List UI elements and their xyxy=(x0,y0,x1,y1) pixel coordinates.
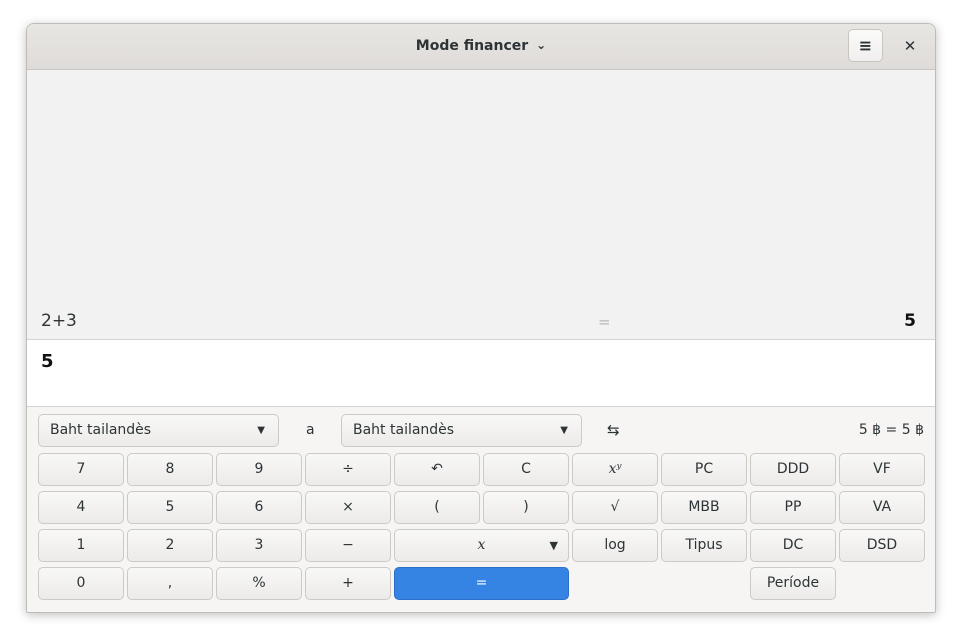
periode-button[interactable]: Període xyxy=(750,567,836,600)
digit-7-button[interactable]: 7 xyxy=(38,453,124,486)
percent-button[interactable]: % xyxy=(216,567,302,600)
dropdown-arrow-icon: ▼ xyxy=(257,425,265,436)
digit-4-button[interactable]: 4 xyxy=(38,491,124,524)
header-bar: Mode financer ⌄ ≡ ✕ xyxy=(27,24,935,70)
multiply-button[interactable]: × xyxy=(305,491,391,524)
va-button[interactable]: VA xyxy=(839,491,925,524)
equals-button[interactable]: = xyxy=(394,567,569,600)
history-result[interactable]: 5 xyxy=(904,311,916,331)
subtract-button[interactable]: − xyxy=(305,529,391,562)
digit-1-button[interactable]: 1 xyxy=(38,529,124,562)
hamburger-menu-icon: ≡ xyxy=(858,36,873,55)
divide-button[interactable]: ÷ xyxy=(305,453,391,486)
digit-5-button[interactable]: 5 xyxy=(127,491,213,524)
dsd-button[interactable]: DSD xyxy=(839,529,925,562)
to-currency-combo[interactable]: Baht tailandès ▼ xyxy=(341,414,582,447)
chevron-down-icon: ▼ xyxy=(549,539,558,552)
chevron-down-icon: ⌄ xyxy=(536,38,547,52)
digit-2-button[interactable]: 2 xyxy=(127,529,213,562)
display-entry[interactable]: 5 xyxy=(27,340,935,407)
close-button[interactable]: ✕ xyxy=(900,36,920,56)
history-panel: 2+3 = 5 xyxy=(27,70,935,340)
digit-8-button[interactable]: 8 xyxy=(127,453,213,486)
history-equals: = xyxy=(598,313,611,331)
tipus-button[interactable]: Tipus xyxy=(661,529,747,562)
close-icon: ✕ xyxy=(903,37,917,55)
open-paren-button[interactable]: ( xyxy=(394,491,480,524)
currency-converter: Baht tailandès ▼ a Baht tailandès ▼ ⇆ 5 … xyxy=(27,407,935,453)
decimal-separator-button[interactable]: , xyxy=(127,567,213,600)
from-currency-combo[interactable]: Baht tailandès ▼ xyxy=(38,414,279,447)
vf-button[interactable]: VF xyxy=(839,453,925,486)
variable-menu-button[interactable]: x ▼ xyxy=(394,529,569,562)
swap-icon[interactable]: ⇆ xyxy=(607,421,620,439)
add-button[interactable]: + xyxy=(305,567,391,600)
close-paren-button[interactable]: ) xyxy=(483,491,569,524)
dropdown-arrow-icon: ▼ xyxy=(560,425,568,436)
digit-9-button[interactable]: 9 xyxy=(216,453,302,486)
digit-3-button[interactable]: 3 xyxy=(216,529,302,562)
undo-button[interactable]: ↶ xyxy=(394,453,480,486)
power-button[interactable]: xʸ xyxy=(572,453,658,486)
from-currency-label: Baht tailandès xyxy=(50,422,152,438)
conversion-result: 5 ฿ = 5 ฿ xyxy=(858,422,924,438)
dc-button[interactable]: DC xyxy=(750,529,836,562)
history-expression[interactable]: 2+3 xyxy=(41,311,77,331)
converter-connector: a xyxy=(306,422,315,438)
ddd-button[interactable]: DDD xyxy=(750,453,836,486)
mode-selector[interactable]: Mode financer ⌄ xyxy=(27,38,935,54)
pp-button[interactable]: PP xyxy=(750,491,836,524)
log-button[interactable]: log xyxy=(572,529,658,562)
to-currency-label: Baht tailandès xyxy=(353,422,455,438)
mode-title: Mode financer xyxy=(415,38,529,54)
undo-icon: ↶ xyxy=(431,461,443,477)
digit-0-button[interactable]: 0 xyxy=(38,567,124,600)
digit-6-button[interactable]: 6 xyxy=(216,491,302,524)
calculator-window: Mode financer ⌄ ≡ ✕ 2+3 = 5 5 Baht tailan… xyxy=(26,23,936,613)
entry-value: 5 xyxy=(41,351,54,372)
pc-button[interactable]: PC xyxy=(661,453,747,486)
mbb-button[interactable]: MBB xyxy=(661,491,747,524)
clear-button[interactable]: C xyxy=(483,453,569,486)
main-menu-button[interactable]: ≡ xyxy=(848,29,883,62)
square-root-button[interactable]: √ xyxy=(572,491,658,524)
variable-label: x xyxy=(477,537,486,553)
